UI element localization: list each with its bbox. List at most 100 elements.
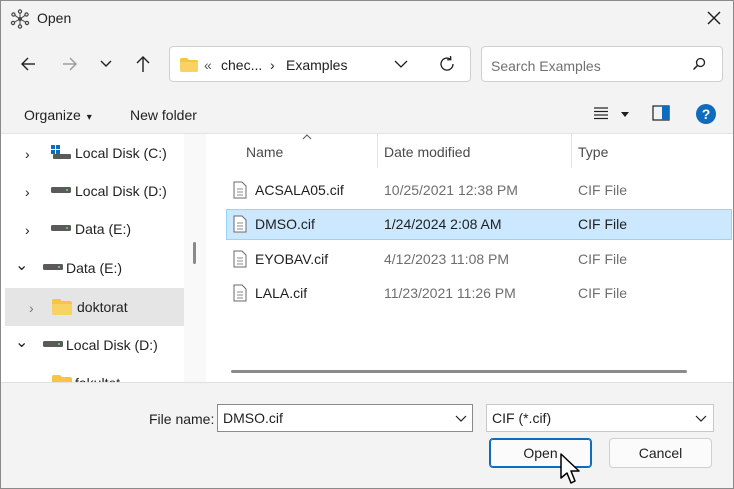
refresh-icon[interactable]	[438, 55, 456, 73]
folder-icon	[52, 299, 72, 315]
organize-button[interactable]: Organize ▾	[24, 107, 92, 123]
file-date: 10/25/2021 12:38 PM	[384, 182, 518, 198]
atom-icon	[10, 9, 30, 29]
close-button[interactable]	[699, 4, 729, 32]
file-icon	[233, 284, 247, 302]
horizontal-scroll-thumb[interactable]	[231, 370, 687, 373]
chevron-right-icon[interactable]: ›	[25, 146, 30, 162]
file-name: LALA.cif	[255, 285, 308, 301]
column-divider[interactable]	[571, 134, 572, 168]
folder-icon	[52, 375, 72, 382]
help-icon[interactable]: ?	[696, 104, 716, 124]
organize-label: Organize	[24, 107, 81, 123]
file-date: 11/23/2021 11:26 PM	[384, 285, 516, 301]
tree-item-data-e-expanded[interactable]: ⌄ Data (E:)	[1, 249, 184, 287]
file-row[interactable]: ACSALA05.cif 10/25/2021 12:38 PM CIF Fil…	[226, 175, 732, 206]
file-row[interactable]: EYOBAV.cif 4/12/2023 11:08 PM CIF File	[226, 244, 732, 275]
tree-item-label: Local Disk (D:)	[75, 183, 167, 199]
file-row-selected[interactable]: DMSO.cif 1/24/2024 2:08 AM CIF File	[226, 209, 732, 240]
arrow-left-icon	[21, 57, 35, 71]
drive-icon	[43, 264, 63, 270]
arrow-right-icon	[63, 57, 77, 71]
file-type: CIF File	[578, 285, 627, 301]
column-header-name[interactable]: Name	[246, 144, 283, 160]
tree-item-doktorat[interactable]: › doktorat	[5, 288, 184, 326]
forward-button[interactable]	[56, 50, 84, 78]
drive-icon	[51, 187, 71, 193]
tree-item-data-e[interactable]: › Data (E:)	[1, 210, 184, 248]
recent-locations-button[interactable]	[92, 50, 120, 78]
file-icon	[233, 215, 247, 233]
chevron-down-icon[interactable]: ⌄	[15, 332, 28, 352]
new-folder-button[interactable]: New folder	[130, 107, 197, 123]
file-list: Name Date modified Type ACSALA05.cif 10/…	[206, 134, 733, 382]
chevron-down-icon[interactable]	[393, 56, 409, 72]
address-segment-current[interactable]: Examples	[286, 57, 347, 73]
close-icon	[707, 11, 721, 25]
navigation-bar: « chec... › Examples Search Examples	[1, 36, 733, 94]
file-name: ACSALA05.cif	[255, 182, 344, 198]
drive-icon	[43, 341, 63, 347]
caret-down-icon: ▾	[86, 112, 92, 123]
caret-down-icon[interactable]	[621, 112, 629, 117]
windows-drive-icon	[51, 145, 71, 159]
file-row[interactable]: LALA.cif 11/23/2021 11:26 PM CIF File	[226, 278, 732, 309]
chevron-right-icon[interactable]: ›	[29, 300, 34, 316]
mouse-pointer-icon	[560, 453, 580, 484]
address-segment-parent[interactable]: chec...	[221, 57, 262, 73]
address-bar[interactable]: « chec... › Examples	[169, 46, 471, 82]
file-icon	[233, 250, 247, 268]
file-name-input[interactable]: DMSO.cif	[217, 404, 473, 432]
column-header-type[interactable]: Type	[578, 144, 608, 160]
file-type-select[interactable]: CIF (*.cif)	[486, 404, 714, 432]
drive-icon	[51, 225, 71, 231]
cancel-button[interactable]: Cancel	[609, 438, 712, 468]
tree-item-label: doktorat	[77, 299, 128, 315]
file-type-value: CIF (*.cif)	[492, 410, 552, 426]
chevron-down-icon[interactable]	[455, 413, 467, 423]
chevron-down-icon[interactable]: ⌄	[15, 255, 28, 275]
search-box[interactable]: Search Examples	[481, 46, 723, 82]
file-icon	[233, 181, 247, 199]
file-type: CIF File	[578, 216, 627, 232]
column-header-date-modified[interactable]: Date modified	[384, 144, 470, 160]
file-name-value[interactable]: DMSO.cif	[223, 410, 283, 426]
back-button[interactable]	[14, 50, 42, 78]
new-folder-label: New folder	[130, 107, 197, 123]
tree-item-local-disk-d-expanded[interactable]: ⌄ Local Disk (D:)	[1, 326, 184, 364]
file-type: CIF File	[578, 182, 627, 198]
file-date: 4/12/2023 11:08 PM	[384, 251, 510, 267]
tree-item-fakultet[interactable]: › fakultet	[1, 364, 184, 382]
column-divider[interactable]	[377, 134, 378, 168]
tree-item-label: Local Disk (C:)	[75, 145, 167, 161]
view-list-icon[interactable]	[593, 106, 609, 120]
file-name: EYOBAV.cif	[255, 251, 329, 267]
tree-scrollbar[interactable]	[184, 134, 206, 382]
file-date: 1/24/2024 2:08 AM	[384, 216, 502, 232]
address-separator[interactable]: ›	[270, 57, 275, 73]
tree-scroll-thumb[interactable]	[193, 242, 196, 264]
tree-item-local-disk-d[interactable]: › Local Disk (D:)	[1, 172, 184, 210]
preview-pane-icon[interactable]	[652, 105, 670, 121]
tree-item-label: Data (E:)	[75, 221, 132, 237]
address-overflow[interactable]: «	[204, 57, 212, 73]
tree-item-local-disk-c[interactable]: › Local Disk (C:)	[1, 134, 184, 172]
file-type: CIF File	[578, 251, 627, 267]
search-placeholder: Search Examples	[491, 58, 601, 74]
chevron-right-icon[interactable]: ›	[25, 184, 30, 200]
dialog-footer: File name: DMSO.cif CIF (*.cif) Open Can…	[1, 382, 733, 488]
tree-item-label: fakultet	[75, 375, 120, 382]
window-title: Open	[37, 10, 72, 26]
up-button[interactable]	[129, 50, 157, 78]
file-name-label: File name:	[149, 411, 215, 427]
tree-item-label: Local Disk (D:)	[66, 337, 158, 353]
chevron-right-icon[interactable]: ›	[25, 222, 30, 238]
sort-ascending-icon	[302, 134, 312, 140]
chevron-down-icon	[695, 415, 707, 422]
file-name: DMSO.cif	[255, 216, 315, 232]
chevron-down-icon	[100, 60, 112, 67]
tree-item-label: Data (E:)	[66, 260, 123, 276]
search-icon[interactable]	[692, 57, 706, 71]
folder-icon	[180, 58, 198, 72]
command-bar: Organize ▾ New folder ?	[1, 94, 733, 134]
